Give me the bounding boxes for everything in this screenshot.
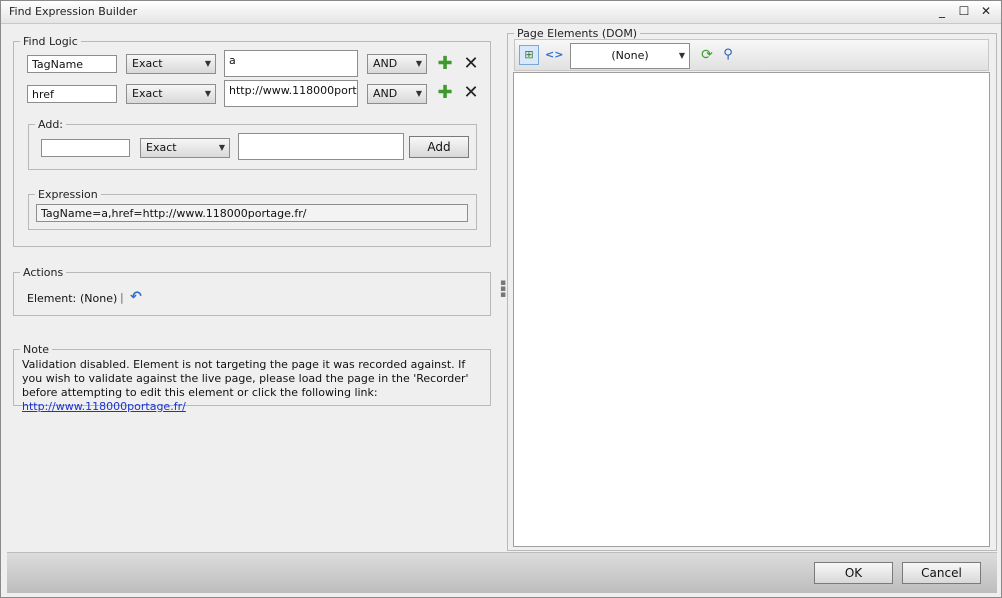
chevron-down-icon: ▼ — [415, 89, 422, 98]
code-view-icon[interactable]: <> — [545, 47, 563, 63]
chevron-down-icon: ▼ — [415, 59, 422, 68]
match-dropdown-2-value: Exact — [132, 87, 163, 100]
element-selector-dropdown[interactable]: (None) ▼ — [570, 43, 690, 69]
expression-field[interactable]: TagName=a,href=http://www.118000portage.… — [36, 204, 468, 222]
element-selector-value: (None) — [611, 49, 649, 62]
add-row-plus-icon[interactable]: ✚ — [437, 84, 453, 102]
remove-row-x-icon[interactable]: ✕ — [463, 84, 479, 102]
operator-dropdown-1[interactable]: AND ▼ — [367, 54, 427, 74]
dom-tree-area[interactable] — [513, 72, 990, 547]
remove-row-x-icon[interactable]: ✕ — [463, 55, 479, 73]
add-legend: Add: — [38, 118, 64, 131]
ok-button[interactable]: OK — [814, 562, 893, 584]
chevron-down-icon: ▼ — [204, 59, 211, 68]
add-match-dropdown-value: Exact — [146, 141, 177, 154]
separator: | — [120, 291, 124, 304]
value-input-2[interactable]: http://www.118000portag — [224, 80, 358, 107]
element-value: (None) — [80, 292, 118, 305]
find-logic-legend: Find Logic — [23, 35, 78, 48]
chevron-down-icon: ▼ — [678, 51, 685, 60]
dialog-footer: OK Cancel — [7, 552, 997, 593]
cancel-button[interactable]: Cancel — [902, 562, 981, 584]
add-button[interactable]: Add — [409, 136, 469, 158]
find-expression-builder-window: Find Expression Builder _ ☐ ✕ Find Logic… — [0, 0, 1002, 598]
operator-dropdown-2[interactable]: AND ▼ — [367, 84, 427, 104]
note-text: Validation disabled. Element is not targ… — [22, 358, 484, 414]
operator-dropdown-2-value: AND — [373, 87, 398, 100]
grip-icon: ▪ ▪ ▪ — [500, 278, 507, 300]
attribute-input-2[interactable]: href — [27, 85, 117, 103]
value-input-1[interactable]: a — [224, 50, 358, 77]
attribute-input-1[interactable]: TagName — [27, 55, 117, 73]
minimize-icon[interactable]: _ — [933, 3, 951, 19]
expression-legend: Expression — [38, 188, 98, 201]
add-match-dropdown[interactable]: Exact ▼ — [140, 138, 230, 158]
dom-toolbar: ⊞ <> (None) ▼ ⟳ ⚲ — [514, 39, 989, 71]
refresh-icon[interactable]: ⟳ — [699, 47, 715, 63]
match-dropdown-1-value: Exact — [132, 57, 163, 70]
tree-view-icon[interactable]: ⊞ — [519, 45, 539, 65]
add-row-plus-icon[interactable]: ✚ — [437, 55, 453, 73]
chevron-down-icon: ▼ — [218, 143, 225, 152]
match-dropdown-1[interactable]: Exact ▼ — [126, 54, 216, 74]
chevron-down-icon: ▼ — [204, 89, 211, 98]
actions-legend: Actions — [23, 266, 64, 279]
add-value-input[interactable] — [238, 133, 404, 160]
maximize-icon[interactable]: ☐ — [955, 3, 973, 19]
undo-icon[interactable]: ↶ — [128, 289, 144, 305]
add-attribute-input[interactable] — [41, 139, 130, 157]
actions-group: Actions — [13, 266, 491, 316]
close-icon[interactable]: ✕ — [977, 3, 995, 19]
operator-dropdown-1-value: AND — [373, 57, 398, 70]
element-label: Element: — [27, 292, 77, 305]
note-body: Validation disabled. Element is not targ… — [22, 358, 469, 399]
title-bar: Find Expression Builder _ ☐ ✕ — [1, 1, 1001, 24]
recorded-page-link[interactable]: http://www.118000portage.fr/ — [22, 400, 186, 413]
window-title: Find Expression Builder — [9, 5, 138, 18]
match-dropdown-2[interactable]: Exact ▼ — [126, 84, 216, 104]
panel-splitter[interactable]: ▪ ▪ ▪ — [498, 27, 506, 549]
note-legend: Note — [23, 343, 50, 356]
binoculars-icon[interactable]: ⚲ — [720, 47, 736, 63]
